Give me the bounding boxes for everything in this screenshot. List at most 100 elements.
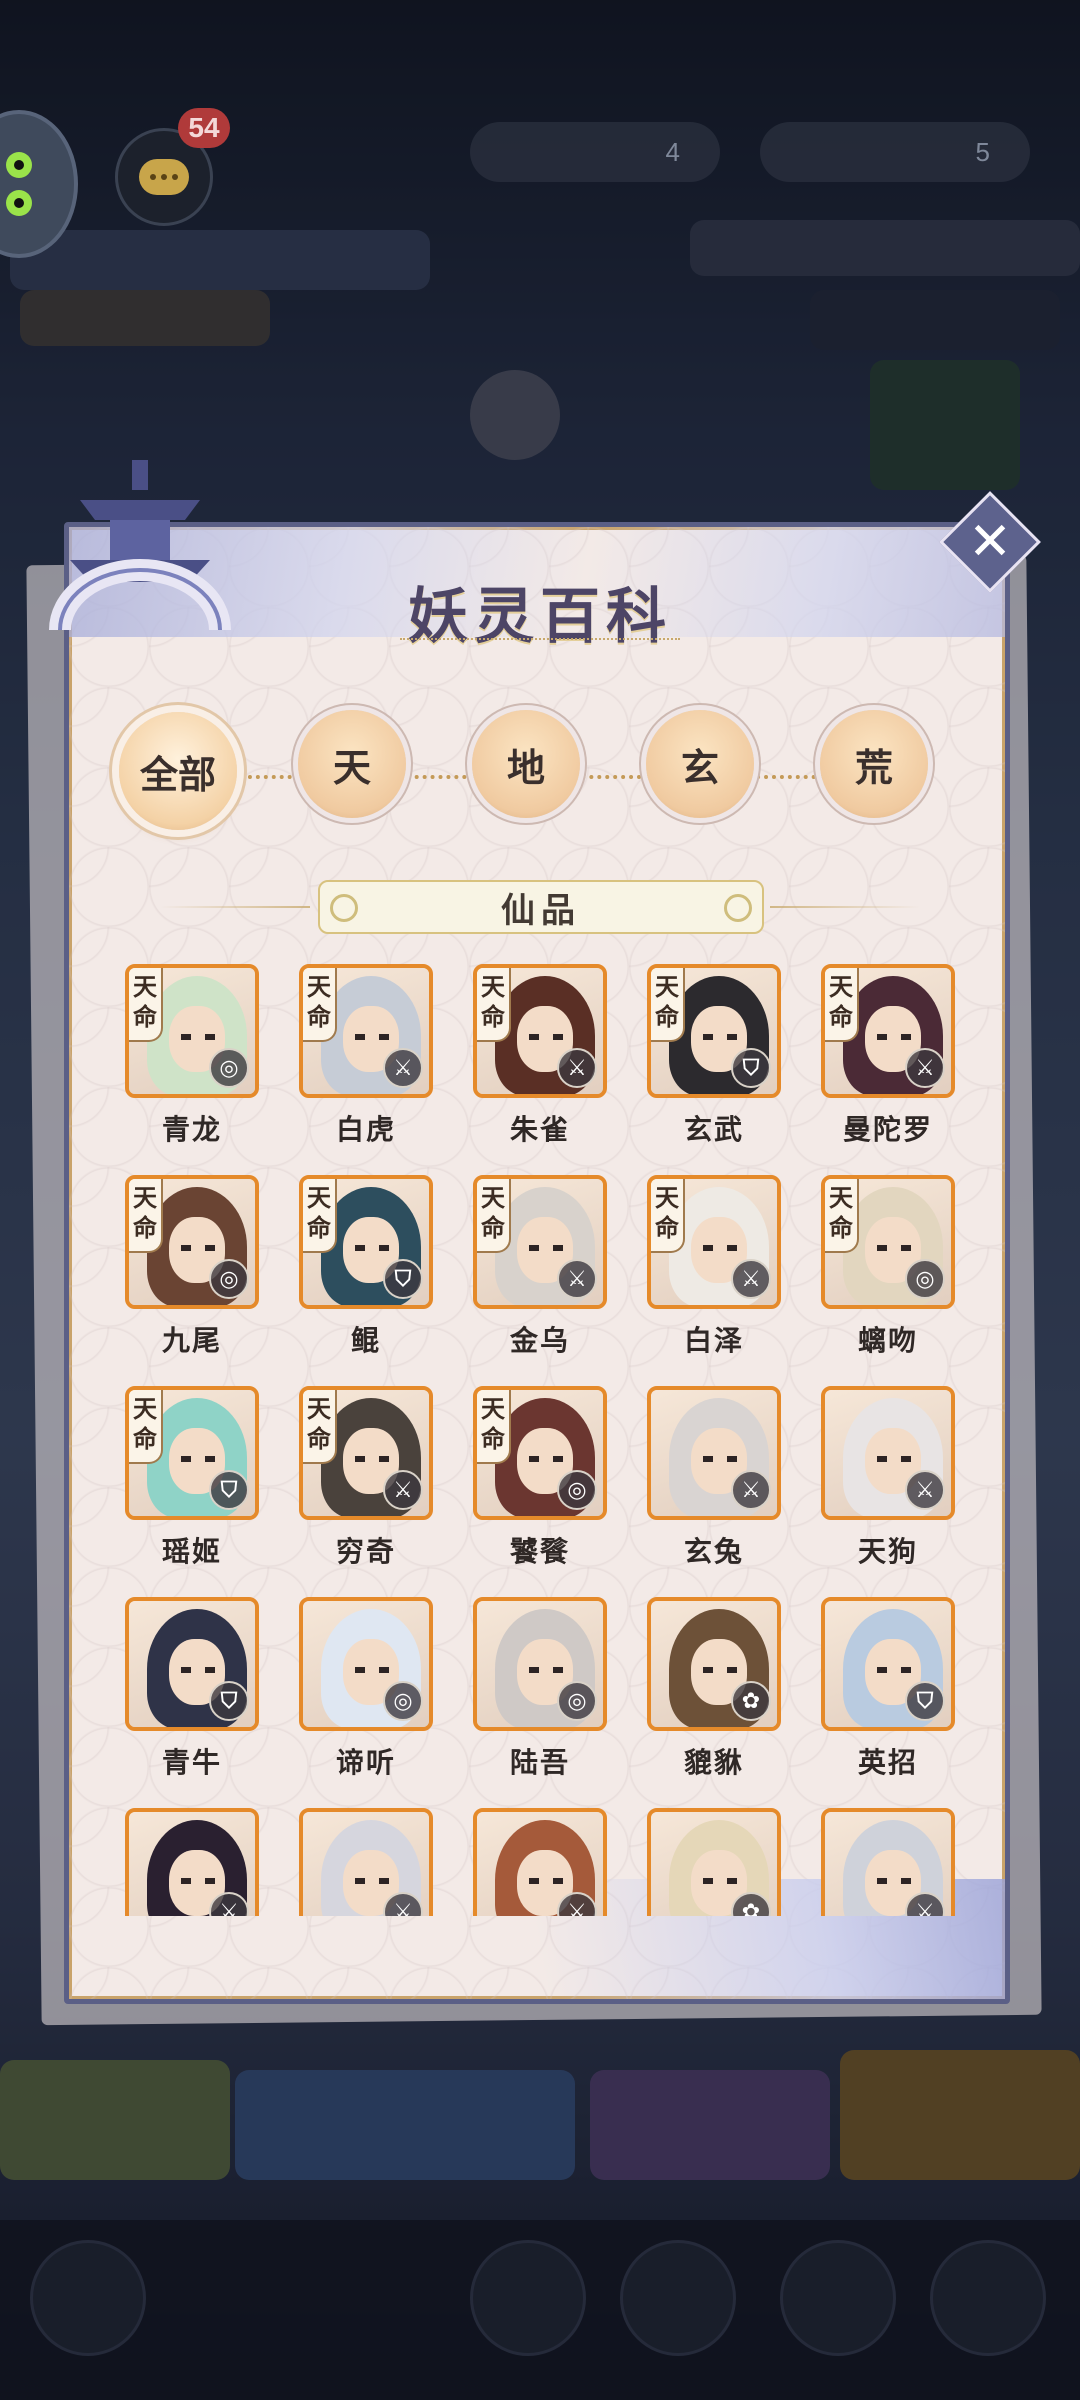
character-card[interactable]: 天命 ⚔ [473, 1175, 607, 1309]
tag-char: 天 [829, 1183, 853, 1212]
character-card[interactable]: 天命 ⚔ [473, 964, 607, 1098]
character-name: 白泽 [683, 1324, 744, 1357]
character-card[interactable]: 天命 ◎ [125, 1175, 259, 1309]
shield-icon: ⛉ [209, 1470, 249, 1510]
avatar-eye [6, 152, 32, 178]
tag-char: 天 [133, 1394, 157, 1423]
tab-0[interactable]: 全部 [119, 712, 237, 830]
section-ornament-icon [330, 894, 358, 922]
tag-char: 天 [307, 972, 331, 1001]
tianming-tag: 天命 [477, 1179, 511, 1253]
character-name: 穷奇 [335, 1535, 396, 1568]
portrait-eyes [529, 1456, 563, 1462]
resource-bar-2[interactable]: 5 [760, 122, 1030, 182]
character-name: 玄武 [683, 1113, 744, 1146]
shield-icon: ⛉ [731, 1048, 771, 1088]
portrait-eyes [355, 1878, 389, 1884]
swords-icon: ⚔ [383, 1470, 423, 1510]
tianming-tag: 天命 [303, 1390, 337, 1464]
character-card[interactable]: ⚔ [299, 1808, 433, 1916]
character-card[interactable]: 天命 ◎ [473, 1386, 607, 1520]
character-name: 天狗 [857, 1535, 918, 1568]
resource-bar-1[interactable]: 4 [470, 122, 720, 182]
tab-3[interactable]: 玄 [646, 710, 754, 818]
tab-label: 全部 [139, 751, 216, 797]
character-card[interactable]: ⚔ [821, 1386, 955, 1520]
tag-char: 天 [481, 1183, 505, 1212]
character-card[interactable]: ⛉ [125, 1597, 259, 1731]
swords-icon: ⚔ [905, 1470, 945, 1510]
character-name: 朱雀 [509, 1113, 570, 1146]
tag-char: 命 [481, 1002, 505, 1031]
roundel-icon: ◎ [209, 1259, 249, 1299]
portrait-eyes [181, 1667, 215, 1673]
resource-2-value: 5 [975, 136, 990, 167]
roundel-icon: ◎ [557, 1681, 597, 1721]
tag-char: 天 [133, 972, 157, 1001]
portrait-eyes [703, 1245, 737, 1251]
title-underline [400, 638, 680, 644]
swords-icon: ⚔ [731, 1470, 771, 1510]
character-card[interactable]: ⚔ [473, 1808, 607, 1916]
character-card[interactable]: 天命 ⛉ [125, 1386, 259, 1520]
swords-icon: ⚔ [557, 1259, 597, 1299]
tianming-tag: 天命 [129, 1179, 163, 1253]
character-card[interactable]: ◎ [299, 1597, 433, 1731]
tianming-tag: 天命 [651, 1179, 685, 1253]
character-card[interactable]: 天命 ◎ [125, 964, 259, 1098]
section-title: 仙品 [501, 890, 581, 931]
tag-char: 天 [307, 1183, 331, 1212]
tab-1[interactable]: 天 [298, 710, 406, 818]
character-card[interactable]: ✿ [647, 1808, 781, 1916]
character-card[interactable]: 天命 ⚔ [299, 964, 433, 1098]
tag-char: 命 [481, 1213, 505, 1242]
close-icon: ✕ [968, 512, 1012, 572]
character-name: 白虎 [335, 1113, 396, 1146]
tag-char: 命 [133, 1213, 157, 1242]
tag-char: 命 [829, 1213, 853, 1242]
character-card[interactable]: ◎ [473, 1597, 607, 1731]
swords-icon: ⚔ [731, 1259, 771, 1299]
character-card[interactable]: ⚔ [821, 1808, 955, 1916]
character-name: 瑶姬 [161, 1535, 222, 1568]
section-line-right [770, 906, 920, 908]
character-name: 青牛 [161, 1746, 222, 1779]
tab-label: 荒 [854, 744, 893, 790]
character-grid: 天命 ◎ 青龙天命 ⚔ 白虎天命 ⚔ 朱雀天命 ⛉ 玄武天命 ⚔ 曼陀罗天命 ◎ 九尾天命 ⛉ 鲲天命 ⚔ 金乌… [110, 960, 980, 1916]
character-name: 青龙 [161, 1113, 222, 1146]
character-card[interactable]: ⚔ [125, 1808, 259, 1916]
character-card[interactable]: 天命 ⛉ [299, 1175, 433, 1309]
portrait-eyes [355, 1034, 389, 1040]
character-card[interactable]: ⛉ [821, 1597, 955, 1731]
roundel-icon: ◎ [383, 1681, 423, 1721]
section-header: 仙品 [318, 880, 764, 934]
tab-4[interactable]: 荒 [820, 710, 928, 818]
portrait-eyes [703, 1456, 737, 1462]
tag-char: 天 [481, 1394, 505, 1423]
portrait-eyes [703, 1034, 737, 1040]
character-card[interactable]: 天命 ⚔ [647, 1175, 781, 1309]
chat-bubble-icon [139, 159, 189, 195]
character-card[interactable]: 天命 ⚔ [299, 1386, 433, 1520]
tianming-tag: 天命 [303, 968, 337, 1042]
portrait-eyes [877, 1878, 911, 1884]
portrait-eyes [181, 1878, 215, 1884]
character-card[interactable]: 天命 ⚔ [821, 964, 955, 1098]
character-card[interactable]: ⚔ [647, 1386, 781, 1520]
portrait-eyes [181, 1245, 215, 1251]
tag-char: 天 [829, 972, 853, 1001]
tag-char: 命 [481, 1424, 505, 1453]
tab-2[interactable]: 地 [472, 710, 580, 818]
character-card[interactable]: 天命 ◎ [821, 1175, 955, 1309]
shield-icon: ⛉ [383, 1259, 423, 1299]
portrait-eyes [529, 1245, 563, 1251]
tag-char: 命 [307, 1424, 331, 1453]
character-name: 螭吻 [857, 1324, 918, 1357]
tianming-tag: 天命 [129, 968, 163, 1042]
resource-1-value: 4 [665, 136, 680, 167]
tag-char: 天 [655, 1183, 679, 1212]
tab-label: 地 [506, 744, 545, 790]
character-card[interactable]: ✿ [647, 1597, 781, 1731]
tianming-tag: 天命 [825, 968, 859, 1042]
character-card[interactable]: 天命 ⛉ [647, 964, 781, 1098]
